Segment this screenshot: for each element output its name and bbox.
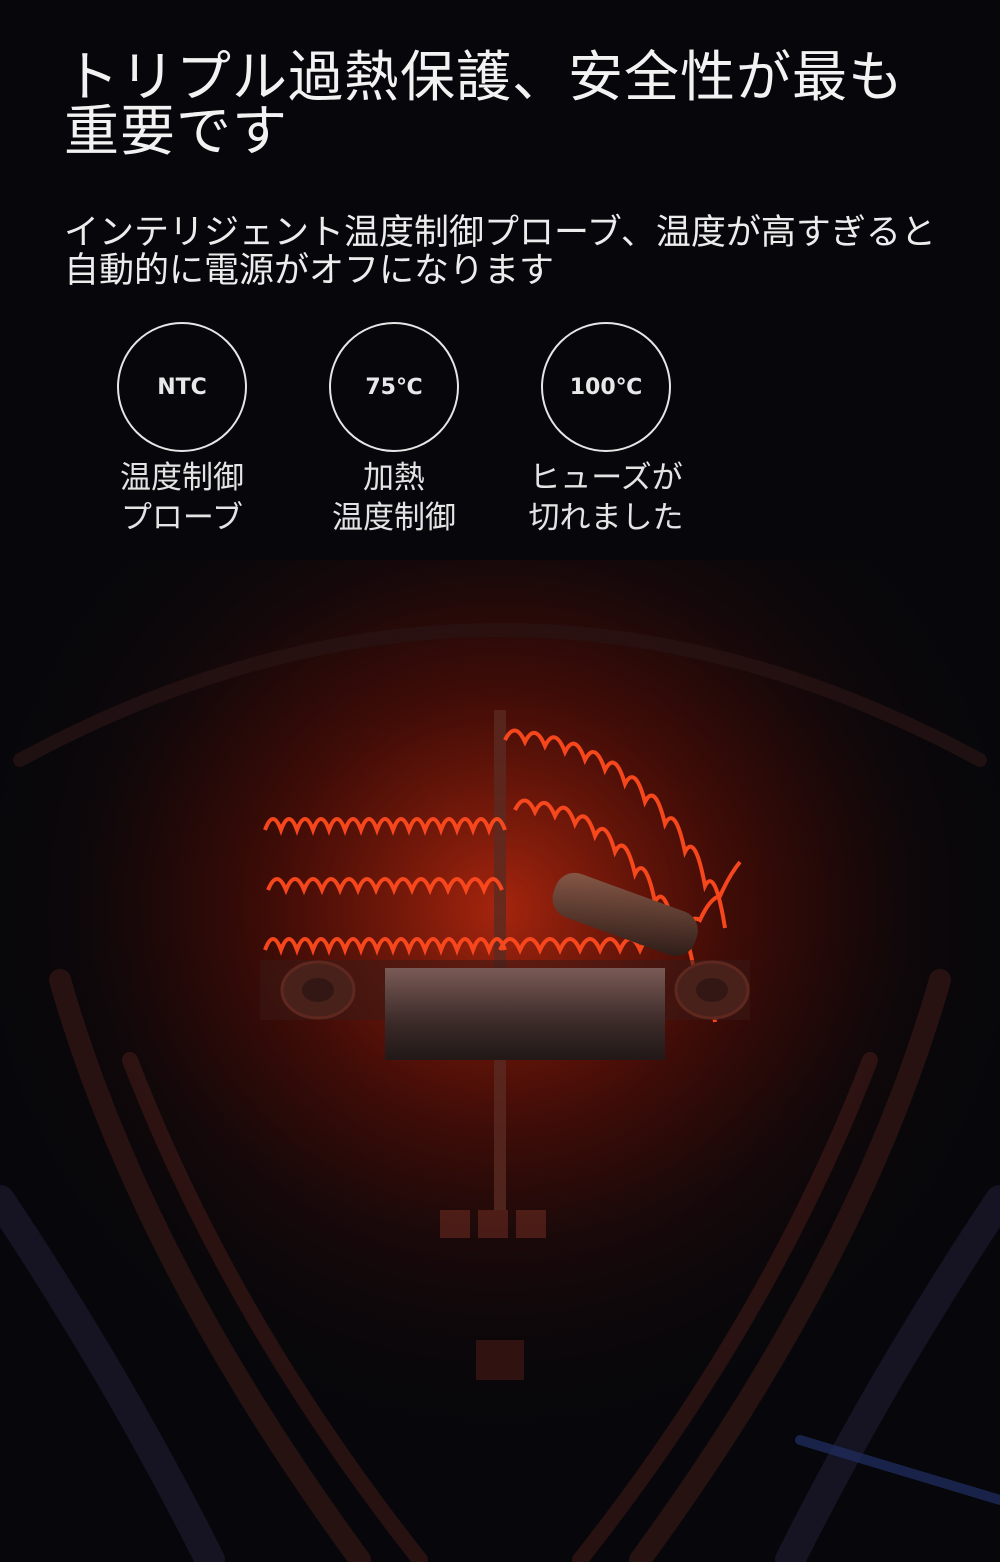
feature-caption-line: 加熱 [363, 460, 425, 496]
subtitle: インテリジェント温度制御プローブ、温度が高すぎると自動的に電源がオフになります [64, 213, 936, 291]
feature-badge-text: NTC [157, 374, 207, 400]
vent-slot [476, 1340, 524, 1380]
feature-caption: 温度制御 プローブ [92, 458, 272, 538]
feature-caption-line: 温度制御 [332, 500, 456, 536]
product-page: トリプル過熱保護、安全性が最も重要です インテリジェント温度制御プローブ、温度が… [0, 0, 1000, 1562]
feature-badge-circle: 100℃ [541, 322, 671, 452]
feature-caption: ヒューズが 切れました [516, 458, 696, 538]
feature-badge-text: 75℃ [365, 374, 423, 400]
headline: トリプル過熱保護、安全性が最も重要です [64, 45, 905, 163]
feature-badge-text: 100℃ [569, 374, 643, 400]
feature-100c: 100℃ ヒューズが 切れました [516, 322, 696, 538]
fuse-bar [385, 968, 665, 1060]
feature-ntc: NTC 温度制御 プローブ [92, 322, 272, 538]
feature-caption-line: 温度制御 [120, 460, 244, 496]
feature-caption-line: プローブ [120, 500, 244, 536]
vent-slot [440, 1210, 470, 1238]
feature-caption: 加熱 温度制御 [304, 458, 484, 538]
heating-element-illustration [0, 560, 1000, 1562]
feature-75c: 75℃ 加熱 温度制御 [304, 322, 484, 538]
feature-caption-line: 切れました [528, 500, 684, 536]
feature-list: NTC 温度制御 プローブ 75℃ 加熱 温度制御 100℃ ヒューズが 切れま… [92, 322, 712, 552]
feature-badge-circle: NTC [117, 322, 247, 452]
vent-slot [478, 1210, 508, 1238]
feature-badge-circle: 75℃ [329, 322, 459, 452]
vent-slot [516, 1210, 546, 1238]
feature-caption-line: ヒューズが [529, 460, 683, 496]
